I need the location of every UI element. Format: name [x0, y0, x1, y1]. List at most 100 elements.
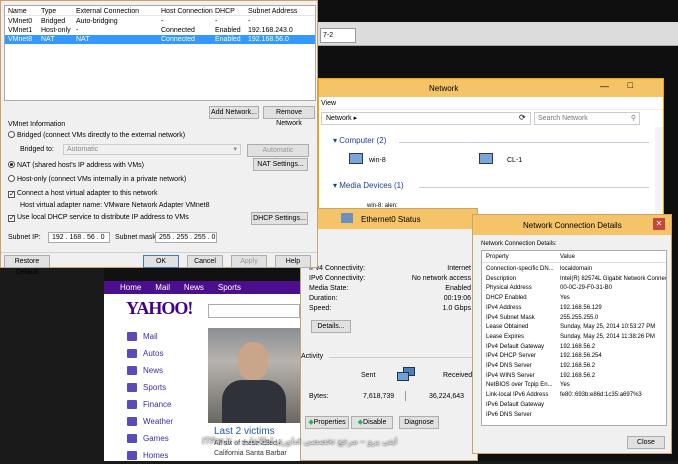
nat-label: NAT (shared host's IP address with VMs)	[17, 162, 144, 169]
details-header: Property Value	[482, 253, 666, 263]
hostonly-radio[interactable]: Host-only (connect VMs internally in a p…	[8, 175, 186, 183]
vnet-cell: -	[161, 18, 164, 25]
nav-home[interactable]: Home	[120, 281, 141, 294]
computer-item[interactable]: win-8	[349, 153, 409, 173]
vnet-row[interactable]: VMnet0 Bridged Auto-bridging - - -	[5, 17, 315, 26]
add-network-button[interactable]: Add Network...	[209, 106, 259, 119]
details-row: IPv4 DHCP Server 192.168.56.254	[482, 352, 666, 361]
menu-homes[interactable]: Homes	[122, 447, 214, 464]
menu-mail-label: Mail	[143, 332, 158, 341]
details-row: IPv4 DNS Server 192.168.56.2	[482, 362, 666, 371]
bridged-to-select[interactable]: Automatic ▾	[63, 144, 241, 155]
menu-autos[interactable]: Autos	[122, 345, 214, 362]
details-key: NetBIOS over Tcpip En...	[486, 382, 553, 389]
maximize-icon[interactable]: □	[628, 80, 633, 90]
adapter-name-label: Host virtual adapter name: VMware Networ…	[20, 202, 210, 209]
restore-default-button[interactable]: Restore Default	[4, 255, 50, 276]
computer-name: win-8	[369, 157, 386, 164]
address-bar[interactable]: Network ▸	[321, 112, 531, 125]
menu-mail[interactable]: Mail	[122, 328, 214, 345]
properties-button[interactable]: ◆Properties	[305, 416, 349, 429]
status-key: Speed:	[309, 305, 332, 312]
details-row: IPv6 DNS Server	[482, 411, 666, 420]
details-value: Intel(R) 82574L Gigabit Network Connect	[560, 275, 667, 282]
vnet-row[interactable]: VMnet1 Host-only - Connected Enabled 192.168.…	[5, 26, 315, 35]
vnet-cell: NAT	[41, 36, 55, 43]
nat-settings-button[interactable]: NAT Settings...	[253, 158, 308, 171]
nav-sports[interactable]: Sports	[218, 281, 241, 294]
subnet-mask-field[interactable]: 255 . 255 . 255 . 0	[155, 232, 217, 243]
vnet-header: Name Type External Connection Host Conne…	[5, 7, 315, 16]
nav-news[interactable]: News	[184, 281, 204, 294]
menu-weather[interactable]: Weather	[122, 413, 214, 430]
menu-news[interactable]: News	[122, 362, 214, 379]
bridged-radio[interactable]: Bridged (connect VMs directly to the ext…	[8, 131, 185, 139]
bytes-label: Bytes:	[309, 393, 329, 400]
network-menubar: View	[319, 97, 663, 110]
footer-divider	[1, 252, 317, 253]
details-key: Connection-specific DN...	[486, 266, 554, 272]
menu-view[interactable]: View	[321, 100, 336, 107]
apply-button[interactable]: Apply	[231, 255, 267, 268]
dhcp-checkbox[interactable]: ✓ Use local DHCP service to distribute IP…	[8, 214, 189, 222]
network-activity-icon	[397, 367, 417, 383]
status-rows: IPv4 Connectivity: Internet IPv6 Connecti…	[309, 264, 471, 319]
nat-radio[interactable]: NAT (shared host's IP address with VMs)	[8, 161, 144, 169]
computer-group-header[interactable]: ▾ Computer (2)	[333, 136, 386, 145]
close-icon[interactable]: ✕	[653, 218, 665, 230]
minimize-icon[interactable]: —	[600, 81, 609, 91]
details-key: IPv4 Default Gateway	[486, 343, 545, 350]
search-input[interactable]: Search Network ⚲	[534, 112, 640, 125]
status-key: IPv6 Connectivity:	[309, 275, 366, 282]
mail-icon	[127, 332, 137, 341]
nav-mail[interactable]: Mail	[155, 281, 170, 294]
details-key: Lease Expires	[486, 333, 525, 340]
subnet-ip-field[interactable]: 192 . 168 . 56 . 0	[48, 232, 110, 243]
col-dhcp: DHCP	[215, 8, 235, 15]
remove-network-button[interactable]: Remove Network	[263, 106, 315, 127]
vnet-cell: VMnet0	[8, 18, 33, 25]
automatic-settings-button[interactable]: Automatic Settings...	[247, 144, 309, 165]
ok-button[interactable]: OK	[143, 255, 179, 268]
vm-tab[interactable]: 7-2	[320, 28, 356, 43]
dhcp-settings-button[interactable]: DHCP Settings...	[251, 212, 308, 225]
disable-button[interactable]: ◆Disable	[351, 416, 393, 429]
media-group-header[interactable]: ▾ Media Devices (1)	[333, 181, 404, 190]
details-value: 255.255.255.0	[560, 314, 599, 321]
details-key: IPv4 DNS Server	[486, 363, 532, 369]
menu-games[interactable]: Games	[122, 430, 214, 447]
vnet-cell: Connected	[161, 36, 195, 43]
news-photo[interactable]	[208, 328, 300, 423]
details-value: 192.168.56.254	[560, 353, 602, 360]
yahoo-search-box[interactable]	[208, 304, 300, 318]
computer-item[interactable]: CL-1	[479, 153, 539, 173]
menu-news-label: News	[143, 366, 164, 375]
help-button[interactable]: Help	[275, 255, 311, 268]
col-host: Host Connection	[161, 8, 213, 15]
status-value: Enabled	[445, 285, 471, 292]
vnet-row[interactable]: VMnet8 NAT NAT Connected Enabled 192.168.56.0	[5, 35, 315, 44]
sent-label: Sent	[361, 372, 376, 379]
chevron-right-icon: ▸	[353, 115, 358, 122]
close-button[interactable]: Close	[627, 436, 665, 449]
status-value: No network access	[411, 275, 471, 282]
subnet-ip-label: Subnet IP:	[8, 234, 41, 241]
connect-adapter-checkbox[interactable]: ✓ Connect a host virtual adapter to this …	[8, 190, 157, 198]
menu-finance[interactable]: Finance	[122, 396, 214, 413]
details-value: 192.168.56.2	[560, 343, 596, 350]
menu-sports[interactable]: Sports	[122, 379, 214, 396]
refresh-icon[interactable]: ⟳	[519, 113, 526, 122]
yahoo-logo[interactable]: YAHOO!	[126, 298, 193, 319]
details-value: localdomain	[560, 266, 593, 272]
diagnose-button[interactable]: Diagnose	[399, 416, 439, 429]
details-key: Link-local IPv6 Address	[486, 392, 549, 399]
details-row: IPv4 WINS Server 192.168.56.2	[482, 372, 666, 381]
details-button[interactable]: Details...	[311, 320, 351, 333]
status-value: 00:19:06	[443, 295, 471, 302]
weather-icon	[127, 417, 137, 426]
details-titlebar: Network Connection Details ✕	[473, 215, 671, 235]
bridged-to-value: Automatic	[67, 146, 99, 153]
col-property: Property	[486, 254, 509, 260]
cancel-button[interactable]: Cancel	[187, 255, 223, 268]
status-row: Media State: Enabled	[309, 284, 471, 293]
